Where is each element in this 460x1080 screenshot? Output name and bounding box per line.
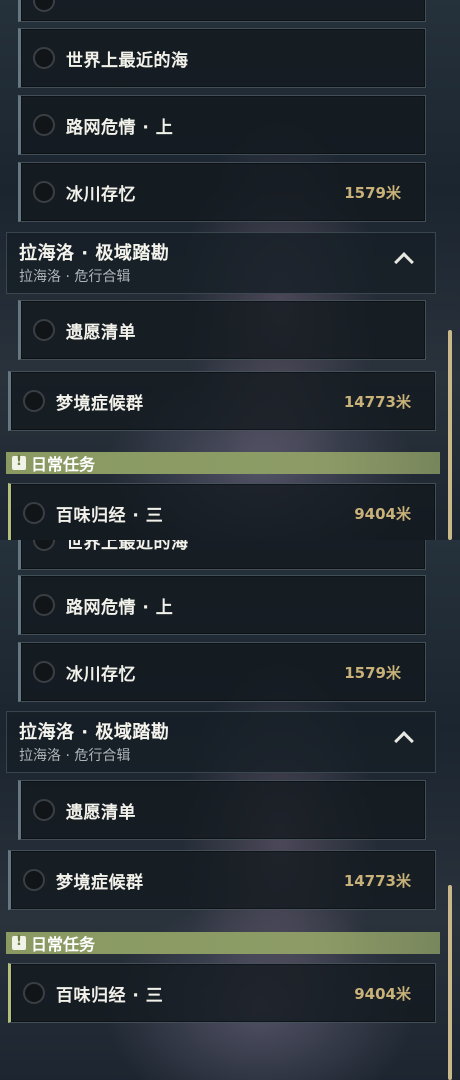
quest-title: 路网危情 · 上 [66, 597, 174, 618]
quest-radio-icon[interactable] [33, 47, 55, 69]
quest-item[interactable]: 路网危情 · 上 [18, 95, 426, 155]
quest-radio-icon[interactable] [33, 799, 55, 821]
quest-radio-icon[interactable] [33, 661, 55, 683]
chapter-subtitle: 拉海洛 · 危行合辑 [19, 748, 131, 764]
daily-quests-label: 日常任务 [31, 455, 96, 474]
quest-list-panel: 世界上最近的海 路网危情 · 上 冰川存忆 1579米 拉海洛 · 极域踏勘 拉… [0, 0, 460, 540]
chapter-title: 拉海洛 · 极域踏勘 [19, 243, 170, 264]
quest-radio-icon[interactable] [23, 502, 45, 524]
quest-item[interactable]: 路网危情 · 上 [18, 575, 426, 635]
quest-title: 冰川存忆 [66, 184, 136, 205]
scrollbar-thumb[interactable] [448, 330, 452, 540]
quest-radio-icon[interactable] [33, 114, 55, 136]
quest-item[interactable]: 世界上最近的海 [18, 540, 426, 570]
quest-radio-icon[interactable] [23, 869, 45, 891]
quest-distance: 14773米 [343, 871, 411, 890]
daily-quests-label: 日常任务 [31, 935, 96, 954]
alert-icon [12, 934, 26, 950]
quest-radio-icon[interactable] [23, 982, 45, 1004]
alert-icon [12, 454, 26, 470]
quest-distance: 14773米 [343, 392, 411, 411]
quest-radio-icon[interactable] [33, 540, 55, 551]
quest-item[interactable]: 梦境症候群 14773米 [8, 371, 436, 431]
quest-radio-icon[interactable] [23, 390, 45, 412]
quest-item[interactable]: 遗愿清单 [18, 300, 426, 360]
daily-quest-item[interactable]: 百味归经 · 三 9404米 [8, 483, 436, 540]
daily-quests-header: 日常任务 [6, 932, 440, 954]
quest-title: 路网危情 · 上 [66, 117, 174, 138]
chapter-header[interactable]: 拉海洛 · 极域踏勘 拉海洛 · 危行合辑 [6, 232, 436, 294]
quest-item[interactable]: 冰川存忆 1579米 [18, 642, 426, 702]
chapter-title: 拉海洛 · 极域踏勘 [19, 722, 170, 743]
quest-item[interactable]: 梦境症候群 14773米 [8, 850, 436, 910]
quest-title: 世界上最近的海 [66, 50, 189, 71]
quest-title: 世界上最近的海 [66, 540, 189, 553]
quest-title: 百味归经 · 三 [56, 985, 164, 1006]
quest-radio-icon[interactable] [33, 0, 55, 12]
quest-distance: 1579米 [344, 183, 401, 202]
daily-quests-header: 日常任务 [6, 452, 440, 474]
quest-title: 梦境症候群 [56, 872, 144, 893]
quest-item-partial[interactable] [18, 0, 426, 22]
quest-radio-icon[interactable] [33, 181, 55, 203]
quest-title: 冰川存忆 [66, 664, 136, 685]
quest-distance: 9404米 [354, 984, 411, 1003]
quest-radio-icon[interactable] [33, 594, 55, 616]
quest-title: 遗愿清单 [66, 802, 136, 823]
quest-item[interactable]: 遗愿清单 [18, 780, 426, 840]
quest-item[interactable]: 世界上最近的海 [18, 28, 426, 88]
scrollbar-thumb[interactable] [448, 885, 452, 1080]
quest-radio-icon[interactable] [33, 319, 55, 341]
quest-title: 梦境症候群 [56, 393, 144, 414]
chevron-up-icon[interactable] [394, 252, 414, 272]
chapter-subtitle: 拉海洛 · 危行合辑 [19, 269, 131, 285]
daily-quest-item[interactable]: 百味归经 · 三 9404米 [8, 963, 436, 1023]
quest-title: 百味归经 · 三 [56, 505, 164, 526]
quest-list-panel: 世界上最近的海 路网危情 · 上 冰川存忆 1579米 拉海洛 · 极域踏勘 拉… [0, 540, 460, 1080]
quest-distance: 9404米 [354, 504, 411, 523]
chapter-header[interactable]: 拉海洛 · 极域踏勘 拉海洛 · 危行合辑 [6, 711, 436, 773]
quest-title: 遗愿清单 [66, 322, 136, 343]
chevron-up-icon[interactable] [394, 731, 414, 751]
quest-item[interactable]: 冰川存忆 1579米 [18, 162, 426, 222]
quest-distance: 1579米 [344, 663, 401, 682]
